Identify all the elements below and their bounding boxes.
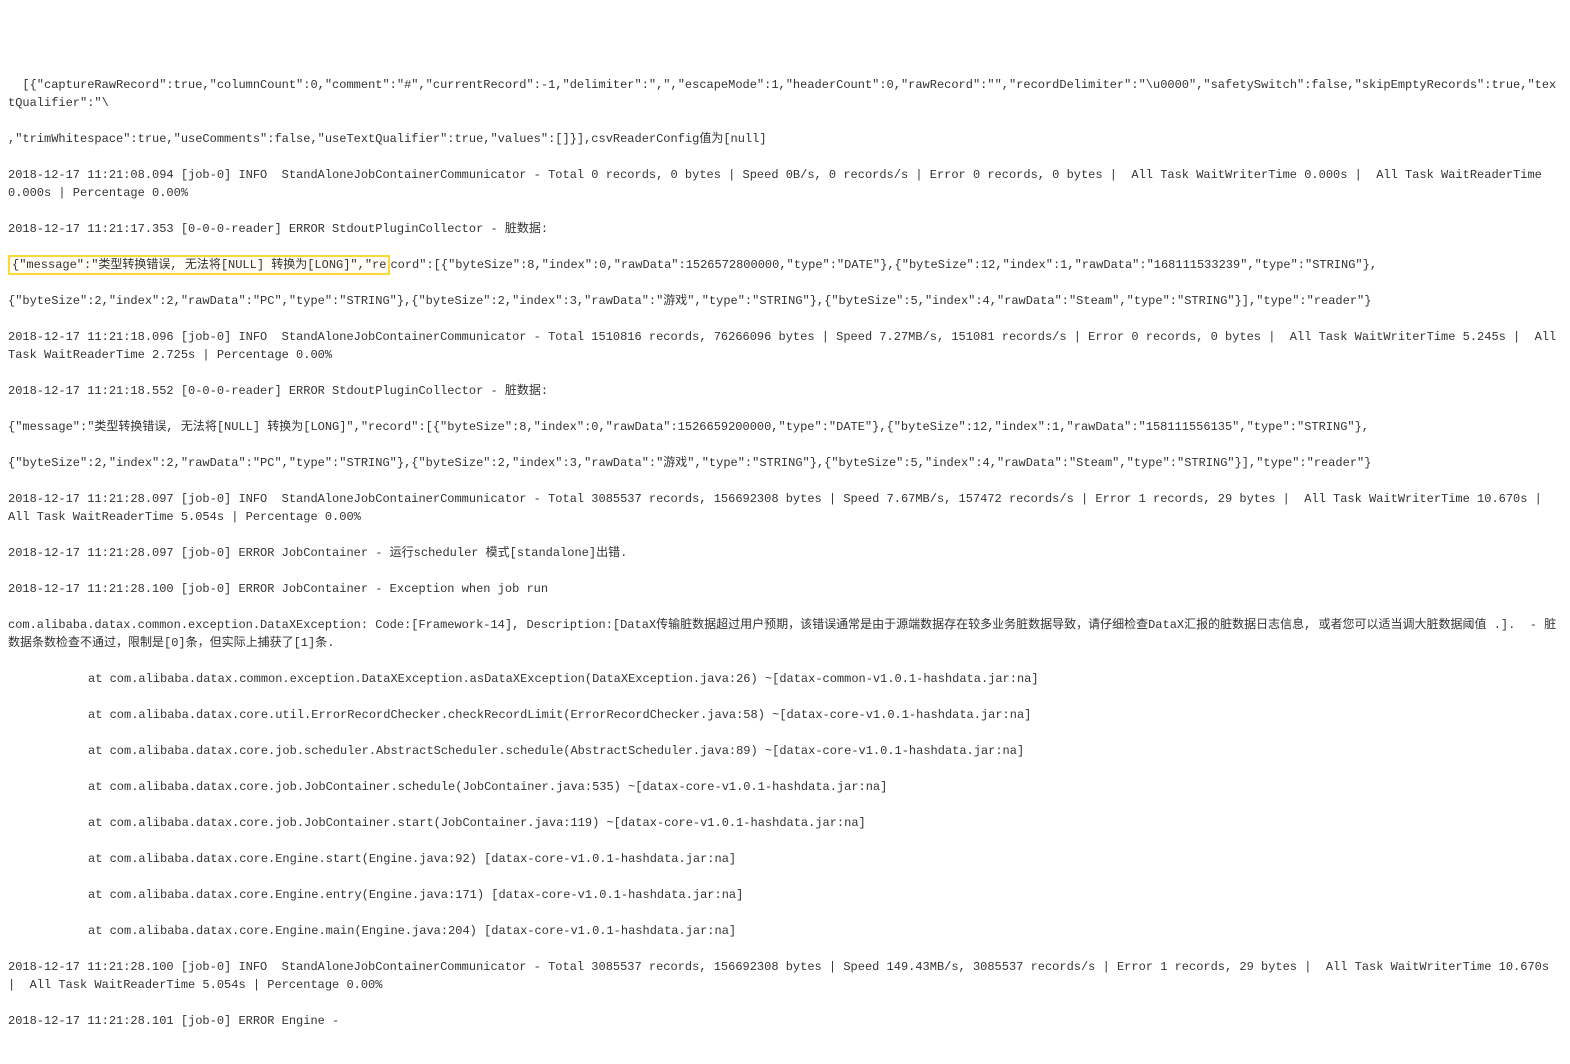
log-line: {"byteSize":2,"index":2,"rawData":"PC","…: [8, 292, 1562, 310]
log-line: 2018-12-17 11:21:08.094 [job-0] INFO Sta…: [8, 166, 1562, 202]
stack-trace-line: at com.alibaba.datax.core.Engine.entry(E…: [8, 886, 1562, 904]
log-line: {"message":"类型转换错误, 无法将[NULL] 转换为[LONG]"…: [8, 418, 1562, 436]
log-line-exception: com.alibaba.datax.common.exception.DataX…: [8, 616, 1562, 652]
highlight-box: {"message":"类型转换错误, 无法将[NULL] 转换为[LONG]"…: [8, 255, 390, 275]
log-line: [{"captureRawRecord":true,"columnCount":…: [8, 76, 1562, 112]
log-line-error: 2018-12-17 11:21:18.552 [0-0-0-reader] E…: [8, 382, 1562, 400]
log-line: 2018-12-17 11:21:18.096 [job-0] INFO Sta…: [8, 328, 1562, 364]
log-line-highlighted: {"message":"类型转换错误, 无法将[NULL] 转换为[LONG]"…: [8, 256, 1562, 274]
log-line-error: 2018-12-17 11:21:28.097 [job-0] ERROR Jo…: [8, 544, 1562, 562]
log-text: cord":[{"byteSize":8,"index":0,"rawData"…: [390, 258, 1377, 272]
stack-trace-line: at com.alibaba.datax.core.job.scheduler.…: [8, 742, 1562, 760]
stack-trace-line: at com.alibaba.datax.core.job.JobContain…: [8, 778, 1562, 796]
log-line-error: 2018-12-17 11:21:28.100 [job-0] ERROR Jo…: [8, 580, 1562, 598]
stack-trace-line: at com.alibaba.datax.common.exception.Da…: [8, 670, 1562, 688]
stack-trace-line: at com.alibaba.datax.core.Engine.start(E…: [8, 850, 1562, 868]
log-line-error: 2018-12-17 11:21:17.353 [0-0-0-reader] E…: [8, 220, 1562, 238]
stack-trace-line: at com.alibaba.datax.core.Engine.main(En…: [8, 922, 1562, 940]
log-line: ,"trimWhitespace":true,"useComments":fal…: [8, 130, 1562, 148]
log-line-error: 2018-12-17 11:21:28.101 [job-0] ERROR En…: [8, 1012, 1562, 1030]
stack-trace-line: at com.alibaba.datax.core.job.JobContain…: [8, 814, 1562, 832]
stack-trace-line: at com.alibaba.datax.core.util.ErrorReco…: [8, 706, 1562, 724]
log-line: 2018-12-17 11:21:28.097 [job-0] INFO Sta…: [8, 490, 1562, 526]
log-line: 2018-12-17 11:21:28.100 [job-0] INFO Sta…: [8, 958, 1562, 994]
log-line: {"byteSize":2,"index":2,"rawData":"PC","…: [8, 454, 1562, 472]
